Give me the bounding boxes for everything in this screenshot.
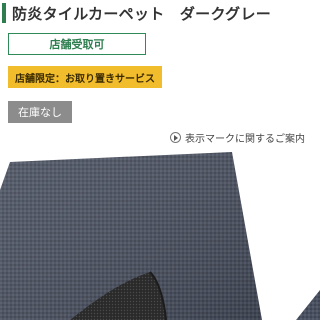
product-image[interactable] — [0, 150, 320, 320]
title-accent-bar — [2, 3, 6, 23]
stock-status-badge: 在庫なし — [8, 101, 72, 123]
store-pickup-badge: 店舗受取可 — [8, 33, 146, 55]
store-pickup-label: 店舗受取可 — [49, 38, 105, 51]
store-service-badge: 店舗限定：お取り置きサービス — [8, 66, 162, 88]
stock-status-label: 在庫なし — [18, 106, 62, 119]
display-mark-info-label: 表示マークに関するご案内 — [185, 134, 305, 145]
store-service-label: 店舗限定：お取り置きサービス — [15, 73, 155, 85]
display-mark-info-link[interactable]: 表示マークに関するご案内 — [170, 130, 305, 145]
circle-play-icon — [170, 132, 181, 143]
product-title-bar: 防炎タイルカーペット ダークグレー — [0, 0, 320, 26]
product-title: 防炎タイルカーペット ダークグレー — [12, 5, 272, 23]
